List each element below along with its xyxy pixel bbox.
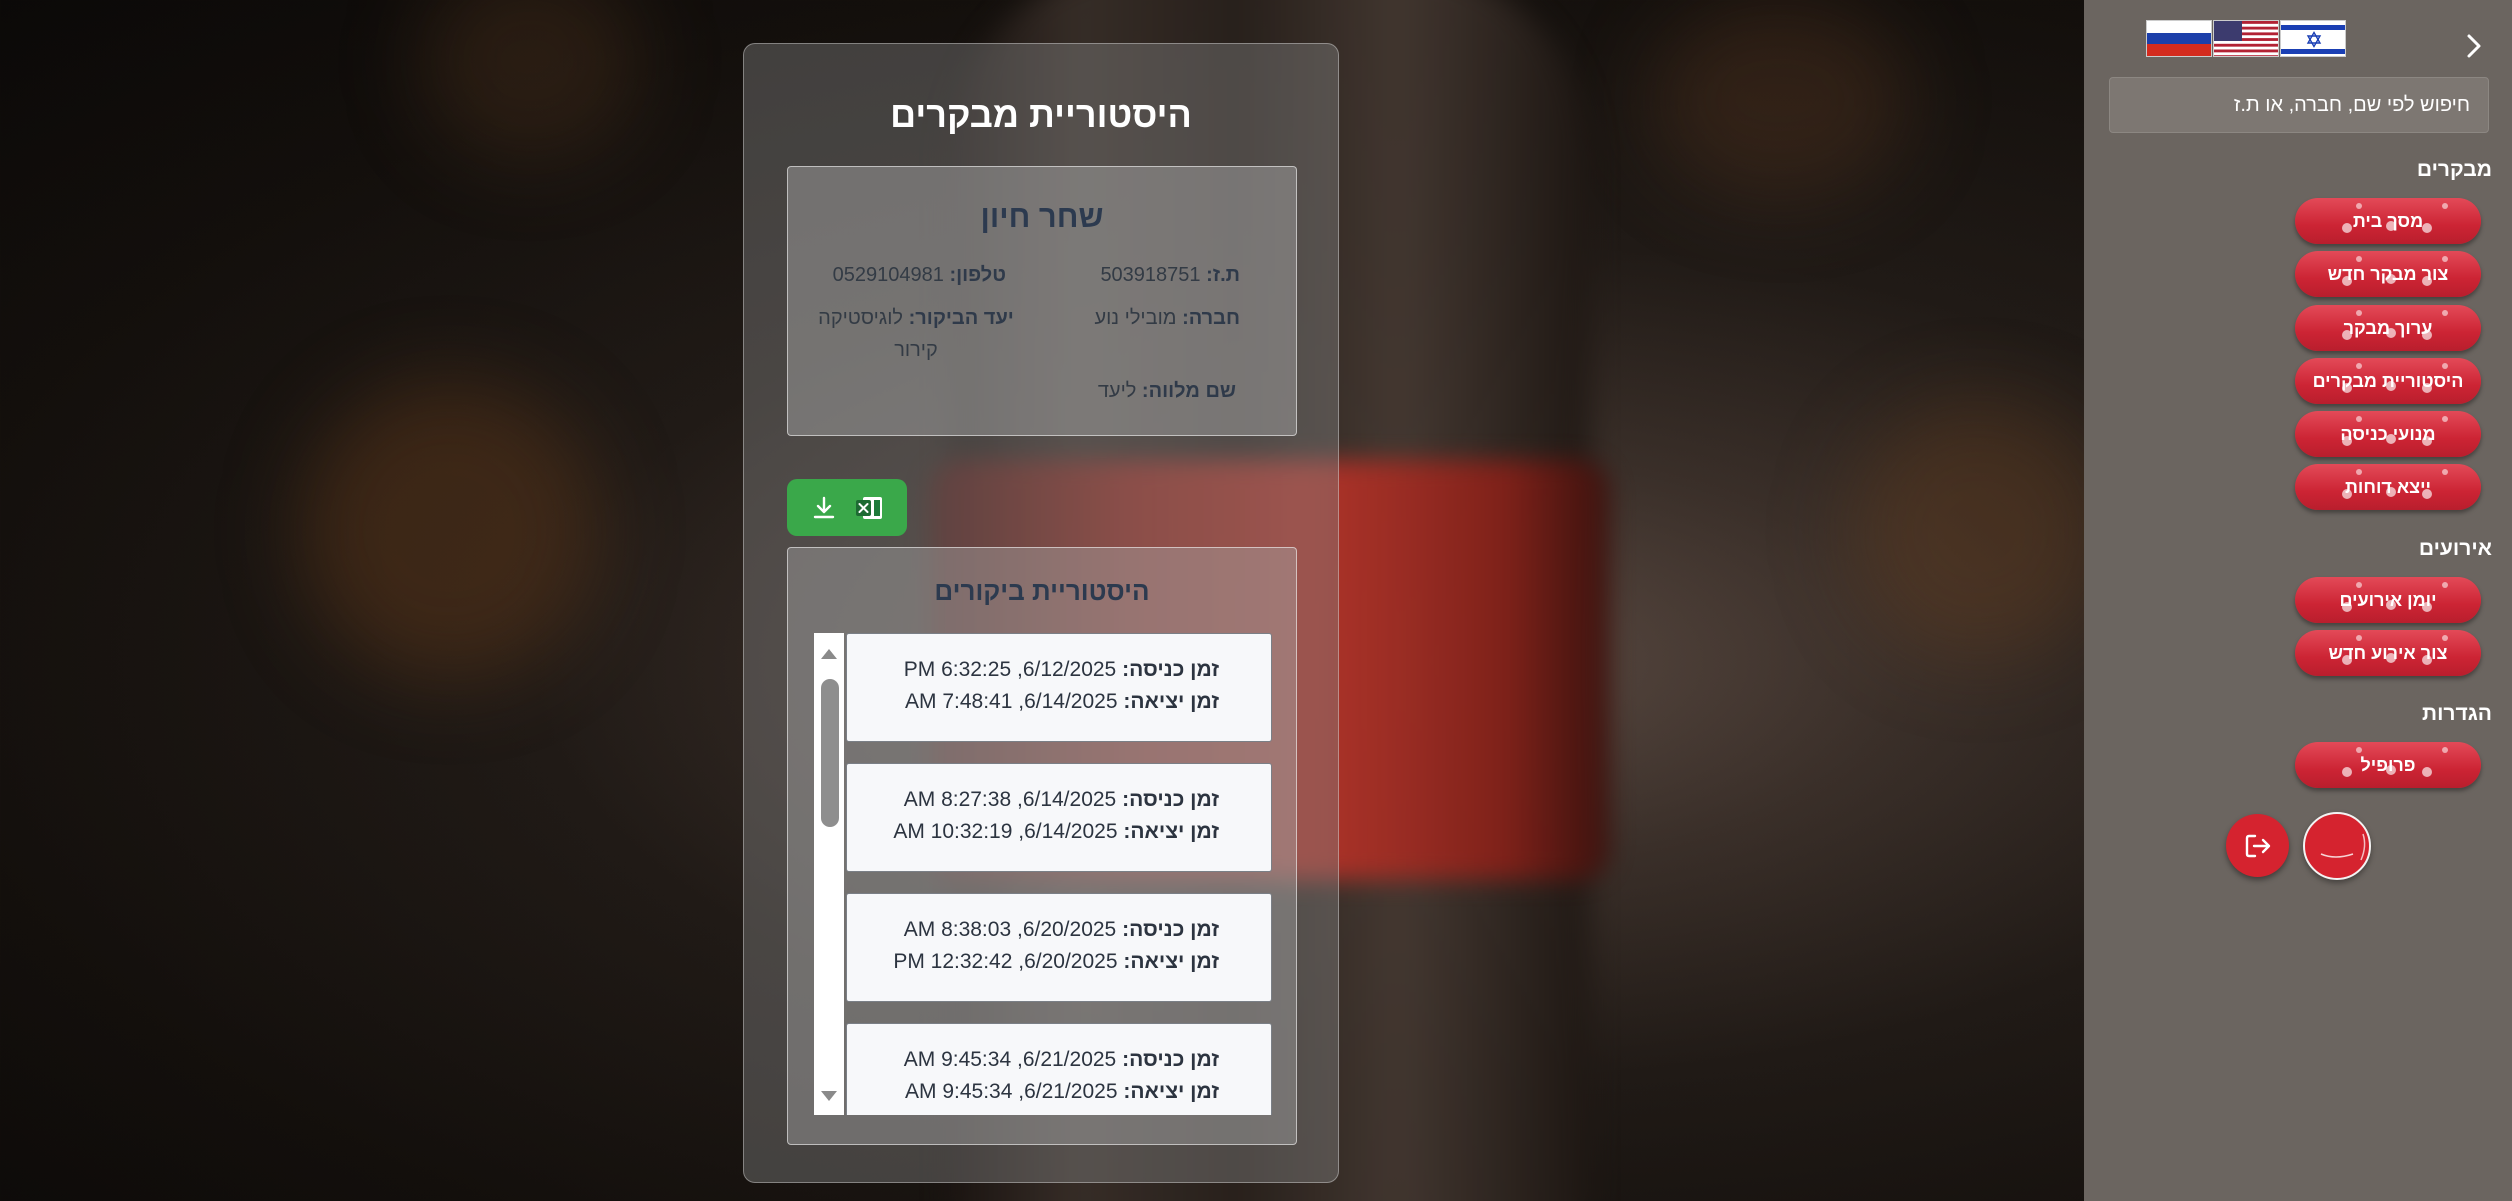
visit-exit: זמן יציאה: 6/14/2025, 7:48:41 AM xyxy=(847,686,1219,718)
entry-label: זמן כניסה: xyxy=(1122,1048,1219,1071)
russian-flag-icon[interactable] xyxy=(2146,20,2212,57)
visit-history-card: היסטוריית ביקורים זמן כניסה: 6/12/2025, … xyxy=(787,547,1297,1145)
entry-time: 6/12/2025, 6:32:25 PM xyxy=(903,658,1117,681)
nav-profile-label: פרופיל xyxy=(2360,755,2416,775)
entry-time: 6/21/2025, 9:45:34 AM xyxy=(903,1048,1117,1071)
visitor-company-label: חברה: xyxy=(1182,307,1240,329)
nav-create-visitor-button[interactable]: צור מבקר חדש xyxy=(2295,251,2481,297)
exit-label: זמן יציאה: xyxy=(1123,820,1219,843)
nav-export-reports-button[interactable]: ייצא דוחות xyxy=(2295,464,2481,510)
exit-label: זמן יציאה: xyxy=(1123,1080,1219,1103)
nav-edit-visitor-label: ערוך מבקר xyxy=(2343,318,2433,338)
visit-exit: זמן יציאה: 6/20/2025, 12:32:42 PM xyxy=(847,946,1219,978)
visitor-purpose-label: יעד הביקור: xyxy=(908,307,1014,329)
coca-cola-logo-icon xyxy=(2320,833,2366,861)
visit-entry: זמן כניסה: 6/21/2025, 9:45:34 AM xyxy=(847,1044,1219,1076)
visit-exit: זמן יציאה: 6/14/2025, 10:32:19 AM xyxy=(847,816,1219,848)
nav-home-label: מסך בית xyxy=(2352,211,2424,231)
scrollbar-thumb[interactable] xyxy=(821,679,839,827)
scrollbar[interactable] xyxy=(814,633,844,1115)
download-icon xyxy=(813,496,835,518)
avatar[interactable] xyxy=(2303,812,2371,880)
entry-time: 6/14/2025, 8:27:38 AM xyxy=(903,788,1117,811)
nav-entry-locks-label: מנועי כניסה xyxy=(2340,424,2436,444)
section-title-visitors: מבקרים xyxy=(2416,158,2492,181)
visitor-escort-label: שם מלווה: xyxy=(1141,380,1236,402)
entry-label: זמן כניסה: xyxy=(1122,918,1219,941)
visit-item[interactable]: זמן כניסה: 6/20/2025, 8:38:03 AM זמן יצי… xyxy=(846,893,1272,1002)
exit-label: זמן יציאה: xyxy=(1123,690,1219,713)
entry-label: זמן כניסה: xyxy=(1122,788,1219,811)
visitor-company-field: חברה: מובילי נוע xyxy=(1094,302,1240,334)
nav-event-log-button[interactable]: יומן אירועים xyxy=(2295,577,2481,623)
visit-item[interactable]: זמן כניסה: 6/21/2025, 9:45:34 AM זמן יצי… xyxy=(846,1023,1272,1115)
nav-create-event-button[interactable]: צור אירוע חדש xyxy=(2295,630,2481,676)
visit-entry: זמן כניסה: 6/20/2025, 8:38:03 AM xyxy=(847,914,1219,946)
background-glow xyxy=(300,380,600,680)
visit-history-list[interactable]: זמן כניסה: 6/12/2025, 6:32:25 PM זמן יצי… xyxy=(814,633,1272,1115)
page-title: היסטוריית מבקרים xyxy=(890,94,1192,135)
nav-edit-visitor-button[interactable]: ערוך מבקר xyxy=(2295,305,2481,351)
visitor-history-panel: היסטוריית מבקרים שחר חיון ת.ז: 503918751… xyxy=(743,43,1339,1183)
nav-profile-button[interactable]: פרופיל xyxy=(2295,742,2481,788)
nav-export-reports-label: ייצא דוחות xyxy=(2345,477,2431,497)
us-flag-icon[interactable] xyxy=(2213,20,2279,57)
background-glow xyxy=(1650,0,1910,200)
scroll-up-icon[interactable] xyxy=(821,649,837,659)
nav-create-visitor-label: צור מבקר חדש xyxy=(2327,264,2449,284)
visit-exit: זמן יציאה: 6/21/2025, 9:45:34 AM xyxy=(847,1076,1219,1108)
visitor-id-field: ת.ז: 503918751 xyxy=(1100,259,1240,291)
logout-icon xyxy=(2245,834,2270,857)
background-glow xyxy=(420,0,640,160)
scroll-down-icon[interactable] xyxy=(821,1091,837,1101)
visitor-phone-label: טלפון: xyxy=(949,264,1006,286)
nav-entry-locks-button[interactable]: מנועי כניסה xyxy=(2295,411,2481,457)
visit-entry: זמן כניסה: 6/14/2025, 8:27:38 AM xyxy=(847,784,1219,816)
visitor-phone-field: טלפון: 0529104981 xyxy=(833,259,1006,291)
israel-flag-icon[interactable] xyxy=(2280,20,2346,57)
visitor-escort-value: ליעד xyxy=(1097,380,1137,402)
exit-time: 6/14/2025, 10:32:19 AM xyxy=(893,820,1118,843)
exit-time: 6/14/2025, 7:48:41 AM xyxy=(904,690,1118,713)
sidebar: מבקרים מסך בית צור מבקר חדש ערוך מבקר הי… xyxy=(2084,0,2512,1201)
excel-icon xyxy=(856,496,882,519)
nav-visitor-history-button[interactable]: היסטוריית מבקרים xyxy=(2295,358,2481,404)
nav-home-button[interactable]: מסך בית xyxy=(2295,198,2481,244)
visitor-company-value: מובילי נוע xyxy=(1094,307,1177,329)
exit-time: 6/20/2025, 12:32:42 PM xyxy=(893,950,1118,973)
visit-item[interactable]: זמן כניסה: 6/14/2025, 8:27:38 AM זמן יצי… xyxy=(846,763,1272,872)
visit-item[interactable]: זמן כניסה: 6/12/2025, 6:32:25 PM זמן יצי… xyxy=(846,633,1272,742)
section-title-events: אירועים xyxy=(2418,537,2492,560)
nav-event-log-label: יומן אירועים xyxy=(2339,590,2437,610)
visitor-info-card: שחר חיון ת.ז: 503918751 טלפון: 052910498… xyxy=(787,166,1297,436)
visitor-escort-field: שם מלווה: ליעד xyxy=(1098,375,1236,407)
export-excel-button[interactable] xyxy=(787,479,907,536)
nav-visitor-history-label: היסטוריית מבקרים xyxy=(2312,371,2464,391)
visitor-id-value: 503918751 xyxy=(1100,264,1201,286)
visit-entry: זמן כניסה: 6/12/2025, 6:32:25 PM xyxy=(847,654,1219,686)
search-input[interactable] xyxy=(2109,77,2489,133)
entry-label: זמן כניסה: xyxy=(1122,658,1219,681)
visitor-phone-value: 0529104981 xyxy=(832,264,944,286)
exit-time: 6/21/2025, 9:45:34 AM xyxy=(904,1080,1118,1103)
exit-label: זמן יציאה: xyxy=(1123,950,1219,973)
visitor-purpose-field: יעד הביקור: לוגיסטיקה קירור xyxy=(816,302,1016,366)
visit-history-title: היסטוריית ביקורים xyxy=(934,576,1150,606)
visitor-id-label: ת.ז: xyxy=(1206,264,1240,286)
section-title-settings: הגדרות xyxy=(2422,702,2492,725)
background-glow xyxy=(1850,400,2110,660)
entry-time: 6/20/2025, 8:38:03 AM xyxy=(903,918,1117,941)
nav-create-event-label: צור אירוע חדש xyxy=(2328,643,2448,663)
visitor-name: שחר חיון xyxy=(980,199,1104,234)
chevron-right-icon[interactable] xyxy=(2461,30,2487,62)
logout-button[interactable] xyxy=(2226,814,2289,877)
